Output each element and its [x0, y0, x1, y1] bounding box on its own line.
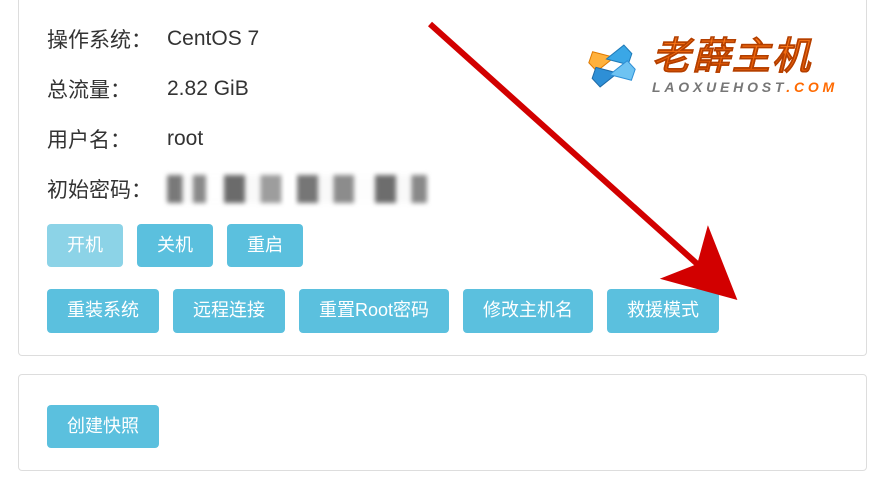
action-button-group: 重装系统 远程连接 重置Root密码 修改主机名 救援模式 — [47, 289, 838, 332]
brand-name-cn: 老薛主机 — [652, 38, 838, 76]
brand-logo: 老薛主机 LAOXUEHOST.COM — [582, 38, 838, 94]
create-snapshot-button[interactable]: 创建快照 — [47, 405, 159, 448]
change-hostname-button[interactable]: 修改主机名 — [463, 289, 593, 332]
info-row-user: 用户名： root — [47, 124, 838, 154]
password-value-obscured — [167, 175, 427, 203]
os-value: CentOS 7 — [167, 27, 259, 51]
rescue-mode-button[interactable]: 救援模式 — [607, 289, 719, 332]
reset-root-password-button[interactable]: 重置Root密码 — [299, 289, 449, 332]
snapshot-button-group: 创建快照 — [47, 405, 838, 448]
os-label: 操作系统： — [47, 24, 167, 54]
snapshot-panel: 创建快照 — [18, 374, 867, 471]
remote-connect-button[interactable]: 远程连接 — [173, 289, 285, 332]
user-value: root — [167, 127, 203, 151]
traffic-label: 总流量： — [47, 74, 167, 104]
user-label: 用户名： — [47, 124, 167, 154]
password-label: 初始密码： — [47, 174, 167, 204]
server-info-panel: 老薛主机 LAOXUEHOST.COM 操作系统： CentOS 7 总流量： … — [18, 0, 867, 356]
restart-button[interactable]: 重启 — [227, 224, 303, 267]
info-row-password: 初始密码： — [47, 174, 838, 204]
power-button-group: 开机 关机 重启 — [47, 224, 838, 267]
brand-name-en: LAOXUEHOST.COM — [652, 80, 838, 94]
power-on-button[interactable]: 开机 — [47, 224, 123, 267]
reinstall-button[interactable]: 重装系统 — [47, 289, 159, 332]
brand-mark-icon — [582, 38, 642, 94]
traffic-value: 2.82 GiB — [167, 77, 249, 101]
power-off-button[interactable]: 关机 — [137, 224, 213, 267]
